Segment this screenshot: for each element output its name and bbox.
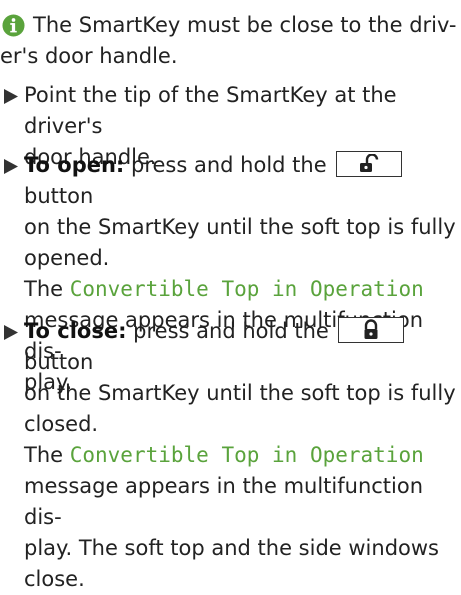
step-line: closed. — [24, 412, 99, 436]
note-line: er's door handle. — [0, 44, 178, 68]
step-line: on the SmartKey until the soft top is fu… — [24, 215, 456, 239]
message-line: The Convertible Top in Operation — [24, 440, 458, 471]
lock-icon — [364, 319, 378, 339]
step-line: Point the tip of the SmartKey at the dri… — [24, 83, 397, 138]
step-body: To close: press and hold the button on t… — [24, 316, 458, 595]
step-close: To close: press and hold the button on t… — [0, 316, 458, 595]
unlock-icon — [360, 154, 379, 172]
step-text: button — [24, 184, 94, 208]
arrow-right-icon — [4, 159, 18, 174]
step-line: To close: press and hold the button — [24, 316, 458, 378]
lock-button-symbol — [338, 317, 405, 343]
display-message: Convertible Top in Operation — [69, 443, 424, 467]
message-line: close. — [24, 567, 85, 591]
arrow-right-icon — [4, 325, 18, 340]
step-text: press and hold the — [126, 319, 336, 343]
step-text: button — [24, 350, 94, 374]
info-icon — [2, 14, 25, 37]
message-line: message appears in the multifunction dis… — [24, 474, 424, 529]
note-text: The SmartKey must be close to the driv- … — [0, 10, 458, 72]
note-line: The SmartKey must be close to the driv- — [33, 13, 457, 37]
step-label: To close: — [24, 319, 127, 343]
step-line: on the SmartKey until the soft top is fu… — [24, 381, 456, 405]
step-label: To open: — [24, 153, 125, 177]
display-message: Convertible Top in Operation — [69, 277, 424, 301]
message-prefix: The — [24, 277, 70, 301]
info-note: The SmartKey must be close to the driv- … — [0, 10, 458, 72]
unlock-button-symbol — [336, 151, 403, 177]
step-line: To open: press and hold the button — [24, 150, 458, 212]
arrow-right-icon — [4, 89, 18, 104]
manual-page: The SmartKey must be close to the driv- … — [0, 0, 461, 591]
step-line: opened. — [24, 246, 110, 270]
message-line: The Convertible Top in Operation — [24, 274, 458, 305]
message-prefix: The — [24, 443, 70, 467]
step-text: press and hold the — [124, 153, 334, 177]
message-line: play. The soft top and the side windows — [24, 536, 439, 560]
